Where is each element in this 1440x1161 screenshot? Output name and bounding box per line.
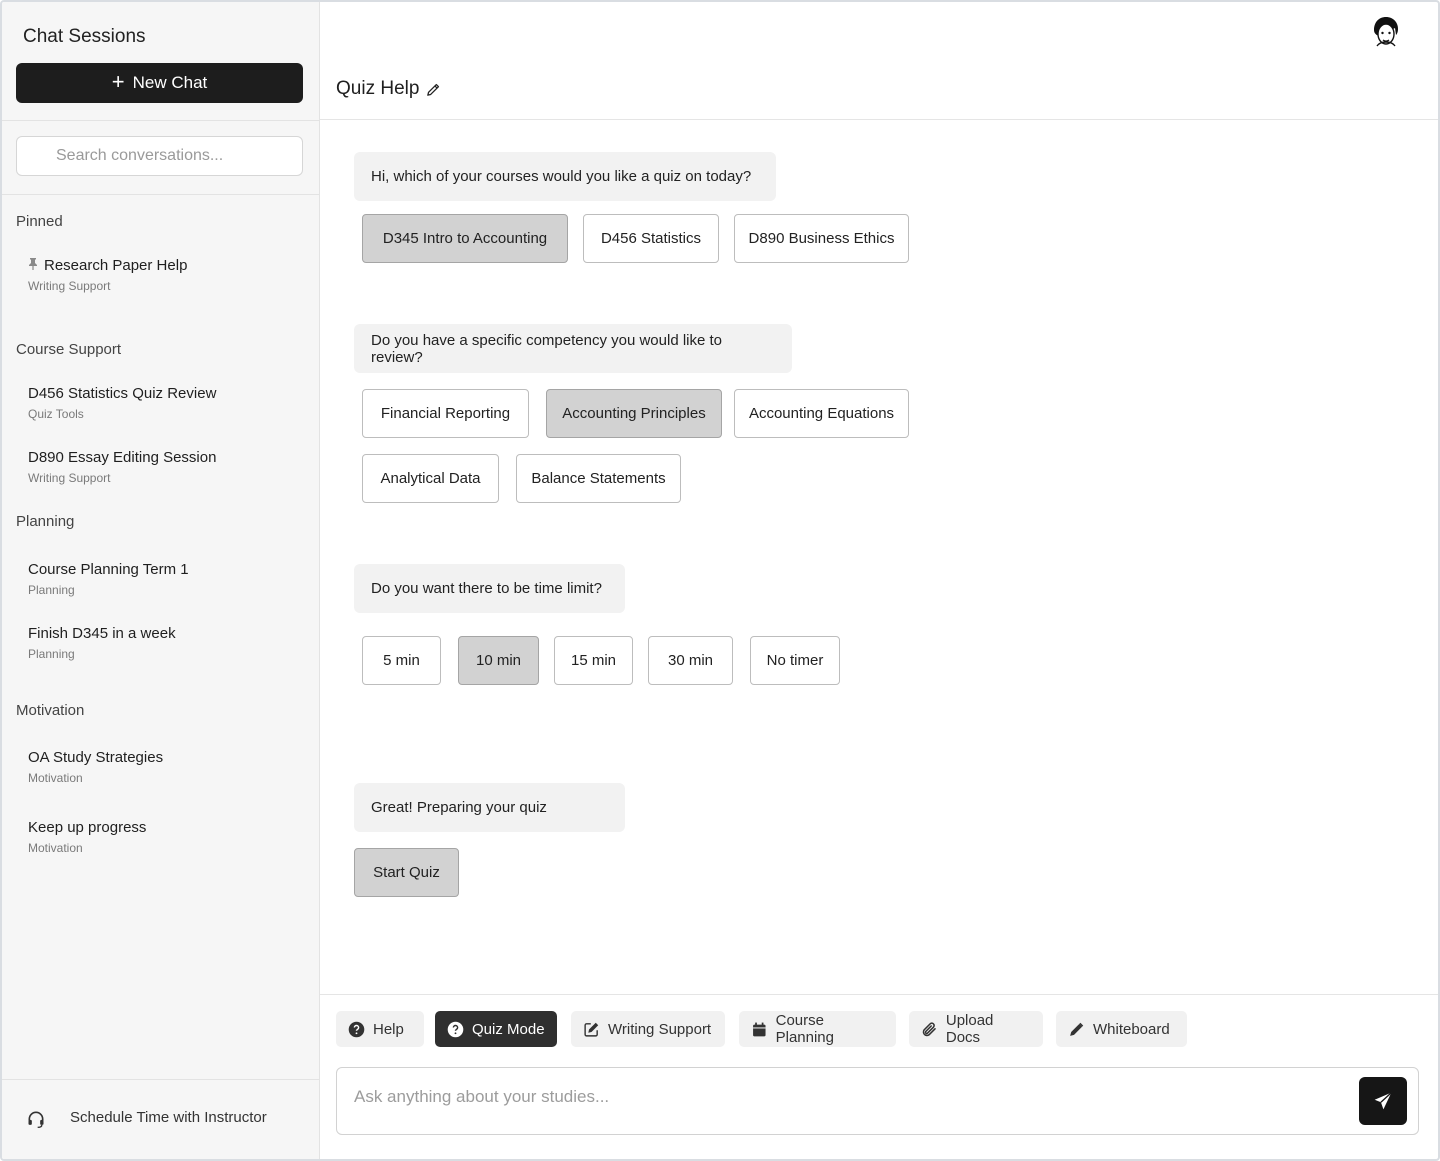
option-analytical-data[interactable]: Analytical Data	[362, 454, 499, 503]
chat-item-keep-up-progress[interactable]: Keep up progress Motivation	[28, 819, 146, 855]
chat-item-finish-d345[interactable]: Finish D345 in a week Planning	[28, 625, 176, 661]
chat-main: Quiz Help Hi, which of your courses woul…	[320, 2, 1438, 1159]
option-time-10-min[interactable]: 10 min	[458, 636, 539, 685]
option-financial-reporting[interactable]: Financial Reporting	[362, 389, 529, 438]
option-accounting-equations[interactable]: Accounting Equations	[734, 389, 909, 438]
mode-label: Help	[373, 1020, 404, 1038]
send-button[interactable]	[1359, 1077, 1407, 1125]
mode-upload-docs[interactable]: Upload Docs	[909, 1011, 1043, 1047]
option-balance-statements[interactable]: Balance Statements	[516, 454, 681, 503]
chat-title-row: Quiz Help	[336, 78, 442, 100]
mode-label: Whiteboard	[1093, 1020, 1170, 1038]
chat-item-subtitle: Planning	[28, 647, 75, 661]
pin-icon	[28, 258, 40, 273]
option-course-d890[interactable]: D890 Business Ethics	[734, 214, 909, 263]
chat-item-title: D456 Statistics Quiz Review	[28, 385, 217, 402]
schedule-instructor-link[interactable]: Schedule Time with Instructor	[70, 1109, 267, 1126]
mode-label: Upload Docs	[945, 1012, 994, 1046]
mode-help[interactable]: Help	[336, 1011, 424, 1047]
assistant-message: Do you want there to be time limit?	[354, 564, 625, 613]
mode-label: Course Planning	[775, 1012, 834, 1046]
chat-item-title: Research Paper Help	[44, 257, 188, 274]
sidebar-title: Chat Sessions	[23, 26, 146, 47]
page-title: Quiz Help	[336, 78, 420, 99]
chat-item-d456-statistics-quiz-review[interactable]: D456 Statistics Quiz Review Quiz Tools	[28, 385, 216, 421]
search-input[interactable]	[16, 136, 303, 176]
sidebar: Chat Sessions + New Chat Pinned Research…	[2, 2, 320, 1159]
avatar-icon[interactable]	[1368, 14, 1404, 50]
chat-item-d890-essay-editing-session[interactable]: D890 Essay Editing Session Writing Suppo…	[28, 449, 216, 485]
question-circle-icon	[447, 1021, 464, 1037]
plus-icon: +	[111, 69, 125, 94]
option-time-30-min[interactable]: 30 min	[648, 636, 733, 685]
chat-item-title: Finish D345 in a week	[28, 625, 176, 642]
header-divider	[320, 119, 1438, 120]
chat-item-oa-study-strategies[interactable]: OA Study Strategies Motivation	[28, 749, 163, 785]
assistant-message: Great! Preparing your quiz	[354, 783, 625, 832]
assistant-message: Hi, which of your courses would you like…	[354, 152, 776, 201]
edit-square-icon	[584, 1022, 599, 1037]
chat-item-title: Keep up progress	[28, 819, 147, 836]
question-circle-icon	[348, 1021, 365, 1037]
option-time-5-min[interactable]: 5 min	[362, 636, 441, 685]
option-course-d456[interactable]: D456 Statistics	[583, 214, 719, 263]
section-heading-planning: Planning	[16, 513, 75, 530]
mode-quiz[interactable]: Quiz Mode	[435, 1011, 557, 1047]
section-heading-course-support: Course Support	[16, 341, 122, 358]
new-chat-label: New Chat	[132, 73, 208, 92]
chat-item-title: OA Study Strategies	[28, 749, 164, 766]
ask-input[interactable]	[352, 1082, 1346, 1112]
mode-label: Quiz Mode	[472, 1020, 545, 1038]
sidebar-divider	[2, 194, 319, 195]
section-heading-motivation: Motivation	[16, 702, 85, 719]
app-window: Chat Sessions + New Chat Pinned Research…	[0, 0, 1440, 1161]
mode-whiteboard[interactable]: Whiteboard	[1056, 1011, 1187, 1047]
chat-item-subtitle: Planning	[28, 583, 75, 597]
mode-course-planning[interactable]: Course Planning	[739, 1011, 896, 1047]
section-heading-pinned: Pinned	[16, 213, 63, 230]
edit-title-pencil-icon[interactable]	[425, 81, 442, 98]
chat-item-research-paper-help[interactable]: Research Paper Help Writing Support	[28, 257, 187, 293]
sidebar-divider	[2, 120, 319, 121]
calendar-icon	[753, 1022, 766, 1036]
chat-item-subtitle: Motivation	[28, 771, 83, 785]
paperclip-icon	[922, 1022, 936, 1036]
mode-label: Writing Support	[608, 1020, 712, 1038]
start-quiz-button[interactable]: Start Quiz	[354, 848, 459, 897]
option-no-timer[interactable]: No timer	[750, 636, 840, 685]
option-time-15-min[interactable]: 15 min	[554, 636, 633, 685]
pencil-icon	[1070, 1022, 1084, 1036]
chat-item-subtitle: Writing Support	[28, 279, 111, 293]
chat-item-title: Course Planning Term 1	[28, 561, 189, 578]
option-course-d345[interactable]: D345 Intro to Accounting	[362, 214, 568, 263]
chat-item-subtitle: Motivation	[28, 841, 83, 855]
new-chat-button[interactable]: + New Chat	[16, 63, 303, 103]
send-icon	[1374, 1092, 1392, 1110]
schedule-instructor-footer[interactable]: Schedule Time with Instructor	[2, 1079, 319, 1159]
headset-icon	[28, 1111, 44, 1128]
assistant-message: Do you have a specific competency you wo…	[354, 324, 792, 373]
chat-item-subtitle: Writing Support	[28, 471, 111, 485]
chat-item-title: D890 Essay Editing Session	[28, 449, 217, 466]
chat-item-subtitle: Quiz Tools	[28, 407, 84, 421]
composer-divider	[320, 994, 1438, 995]
mode-writing-support[interactable]: Writing Support	[571, 1011, 725, 1047]
composer	[336, 1067, 1419, 1135]
option-accounting-principles[interactable]: Accounting Principles	[546, 389, 722, 438]
chat-item-course-planning-term-1[interactable]: Course Planning Term 1 Planning	[28, 561, 189, 597]
